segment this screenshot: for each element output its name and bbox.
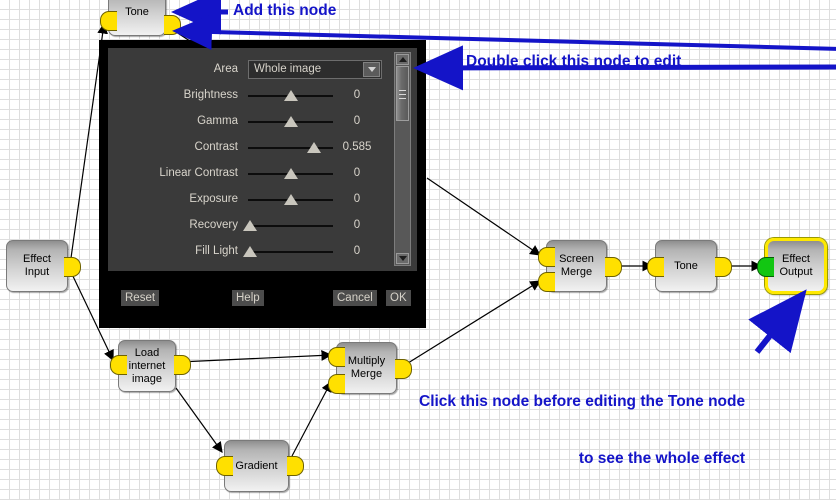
property-row-linear-contrast: Linear Contrast 0: [108, 160, 393, 186]
port-out-screen-merge[interactable]: [605, 257, 622, 277]
gamma-value: 0: [353, 115, 361, 127]
exposure-value: 0: [353, 193, 361, 205]
slider-thumb[interactable]: [283, 116, 298, 127]
property-row-contrast: Contrast 0.585: [108, 134, 393, 160]
property-row-fill-light: Fill Light 0: [108, 238, 393, 264]
contrast-slider[interactable]: [248, 139, 333, 155]
dialog-content-panel: Area Whole image Brightness 0 Gamma 0 Co…: [108, 48, 417, 271]
port-in-gradient[interactable]: [216, 456, 233, 476]
property-row-area: Area Whole image: [108, 56, 393, 82]
slider-track: [248, 251, 333, 253]
brightness-value: 0: [353, 89, 361, 101]
area-select[interactable]: Whole image: [248, 59, 382, 79]
cancel-button[interactable]: Cancel: [333, 290, 377, 306]
linear-contrast-label: Linear Contrast: [159, 167, 238, 179]
area-select-value: Whole image: [254, 63, 322, 75]
slider-thumb[interactable]: [283, 90, 298, 101]
annotation-double-click: Double click this node to edit: [466, 53, 682, 70]
node-label: Multiply Merge: [347, 355, 386, 380]
node-multiply-merge[interactable]: Multiply Merge: [336, 342, 397, 394]
scroll-up-icon[interactable]: [396, 54, 409, 65]
fill-light-label: Fill Light: [195, 245, 238, 257]
node-label: Screen Merge: [559, 253, 594, 278]
node-screen-merge[interactable]: Screen Merge: [546, 240, 607, 292]
recovery-label: Recovery: [189, 219, 238, 231]
reset-button[interactable]: Reset: [121, 290, 160, 306]
help-button[interactable]: Help: [232, 290, 264, 306]
node-graph-canvas[interactable]: Tone Effect Input Load internet image Gr…: [0, 0, 836, 500]
property-row-brightness: Brightness 0: [108, 82, 393, 108]
linear-contrast-slider[interactable]: [248, 165, 333, 181]
node-label: Effect Input: [23, 253, 51, 278]
recovery-value: 0: [353, 219, 361, 231]
property-row-exposure: Exposure 0: [108, 186, 393, 212]
brightness-label: Brightness: [183, 89, 238, 101]
annotation-click-node-line1: Click this node before editing the Tone …: [419, 393, 746, 410]
port-out-gradient[interactable]: [287, 456, 304, 476]
gamma-label: Gamma: [197, 115, 238, 127]
slider-thumb[interactable]: [283, 194, 298, 205]
slider-thumb[interactable]: [283, 168, 298, 179]
slider-thumb[interactable]: [243, 220, 257, 231]
port-in-multiply-merge-1[interactable]: [328, 347, 345, 367]
port-out-load-internet-image[interactable]: [174, 355, 191, 375]
port-in-tone-existing[interactable]: [647, 257, 664, 277]
port-out-tone-new[interactable]: [164, 15, 181, 35]
chevron-down-icon[interactable]: [363, 61, 380, 77]
linear-contrast-value: 0: [353, 167, 361, 179]
brightness-slider[interactable]: [248, 87, 333, 103]
port-in-load-internet-image[interactable]: [110, 355, 127, 375]
scroll-down-icon[interactable]: [396, 253, 409, 264]
port-out-effect-input[interactable]: [64, 257, 81, 277]
fill-light-value: 0: [353, 245, 361, 257]
node-gradient[interactable]: Gradient: [224, 440, 289, 492]
dialog-scrollbar[interactable]: [394, 52, 411, 266]
area-label: Area: [213, 63, 238, 75]
slider-track: [248, 225, 333, 227]
tone-properties-dialog[interactable]: Area Whole image Brightness 0 Gamma 0 Co…: [99, 40, 426, 328]
port-in-tone-new[interactable]: [100, 11, 117, 31]
node-effect-output[interactable]: Effect Output: [765, 238, 827, 294]
contrast-label: Contrast: [194, 141, 238, 153]
exposure-label: Exposure: [189, 193, 238, 205]
exposure-slider[interactable]: [248, 191, 333, 207]
port-in-screen-merge-1[interactable]: [538, 247, 555, 267]
port-in-screen-merge-2[interactable]: [538, 272, 555, 292]
property-row-gamma: Gamma 0: [108, 108, 393, 134]
grip-icon: [399, 90, 406, 99]
node-label: Effect Output: [779, 253, 813, 278]
port-out-multiply-merge[interactable]: [395, 359, 412, 379]
contrast-value: 0.585: [342, 141, 372, 153]
node-label: Tone: [125, 5, 149, 18]
scrollbar-thumb[interactable]: [396, 66, 409, 121]
slider-thumb[interactable]: [243, 246, 257, 257]
node-label: Gradient: [235, 459, 278, 472]
recovery-slider[interactable]: [243, 217, 333, 233]
port-out-tone-existing[interactable]: [715, 257, 732, 277]
annotation-click-node-line2: to see the whole effect: [578, 450, 746, 467]
node-effect-input[interactable]: Effect Input: [6, 240, 68, 292]
ok-button[interactable]: OK: [386, 290, 411, 306]
port-in-effect-output[interactable]: [757, 257, 774, 277]
node-label: Load internet image: [128, 346, 166, 385]
node-label: Tone: [674, 259, 698, 272]
property-rows: Area Whole image Brightness 0 Gamma 0 Co…: [108, 56, 393, 268]
slider-thumb[interactable]: [307, 142, 321, 153]
annotation-add-node: Add this node: [233, 2, 337, 19]
node-tone-existing[interactable]: Tone: [655, 240, 717, 292]
annotation-click-node: Click this node before editing the Tone …: [419, 354, 745, 500]
port-in-multiply-merge-2[interactable]: [328, 374, 345, 394]
fill-light-slider[interactable]: [243, 243, 333, 259]
gamma-slider[interactable]: [248, 113, 333, 129]
property-row-recovery: Recovery 0: [108, 212, 393, 238]
